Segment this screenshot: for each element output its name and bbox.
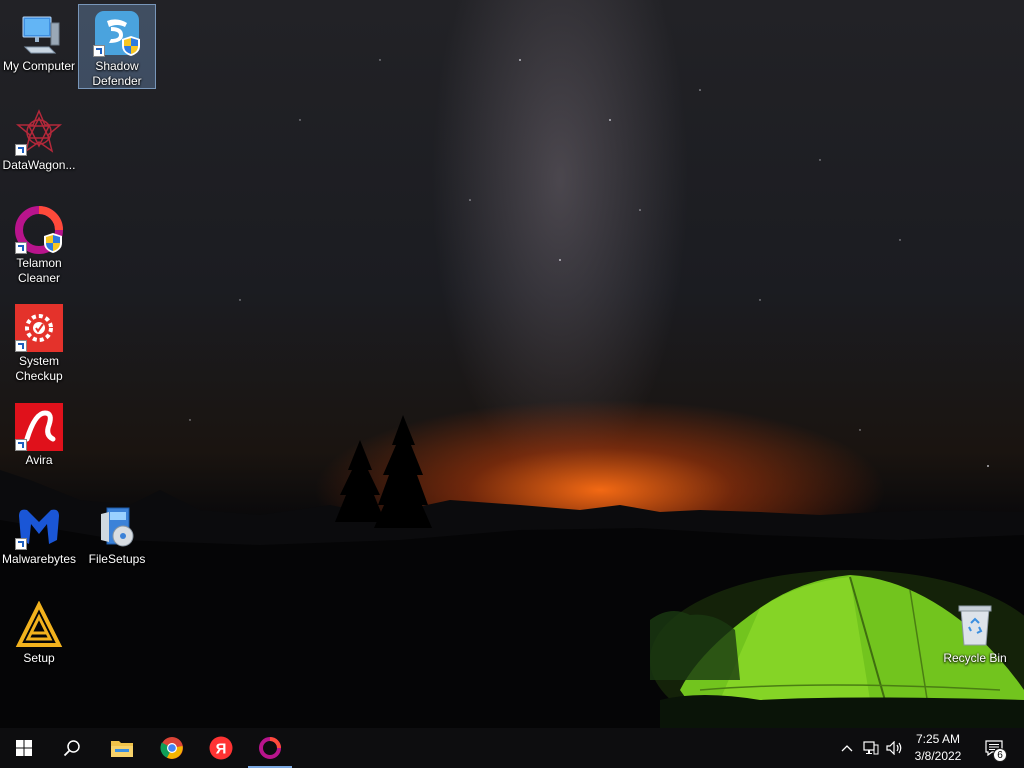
- uac-shield-icon: [44, 233, 62, 253]
- windows-logo-icon: [16, 740, 32, 756]
- chevron-up-icon: [841, 745, 853, 752]
- action-center-button[interactable]: 6: [978, 728, 1010, 768]
- icon-label: System Checkup: [15, 354, 63, 383]
- yandex-icon: Я: [209, 736, 233, 760]
- shortcut-arrow-icon: [15, 242, 27, 254]
- taskbar-file-explorer[interactable]: [98, 728, 146, 768]
- uac-shield-icon: [122, 36, 140, 56]
- volume-button[interactable]: [884, 728, 906, 768]
- show-hidden-icons-button[interactable]: [838, 728, 856, 768]
- taskbar: Я 7:25 AM 3/8/2022 6: [0, 728, 1024, 768]
- icon-label: Avira: [25, 453, 53, 467]
- clock-time: 7:25 AM: [915, 732, 961, 746]
- desktop-icon-my-computer[interactable]: My Computer: [1, 5, 77, 74]
- system-checkup-icon: [15, 304, 63, 352]
- telamon-cleaner-icon: [259, 737, 281, 759]
- chrome-icon: [160, 737, 183, 759]
- taskbar-telamon-cleaner[interactable]: [246, 728, 294, 768]
- desktop-icon-datawagon[interactable]: DataWagon...: [1, 104, 77, 173]
- desktop-icon-filesetups[interactable]: FileSetups: [79, 498, 155, 567]
- desktop-icon-recycle-bin[interactable]: Recycle Bin: [937, 597, 1013, 666]
- shortcut-arrow-icon: [15, 439, 27, 451]
- desktop-wallpaper: [0, 0, 1024, 728]
- taskbar-clock[interactable]: 7:25 AM 3/8/2022: [906, 731, 970, 765]
- notification-count-badge: 6: [993, 748, 1007, 762]
- shadow-defender-icon: [93, 9, 141, 57]
- icon-label: Shadow Defender: [92, 59, 142, 88]
- filesetups-icon: [93, 502, 141, 550]
- taskbar-google-chrome[interactable]: [148, 728, 196, 768]
- start-button[interactable]: [0, 728, 48, 768]
- malwarebytes-icon: [15, 502, 63, 550]
- computer-icon: [15, 9, 63, 57]
- taskbar-yandex-browser[interactable]: Я: [197, 728, 245, 768]
- icon-label: Malwarebytes: [1, 552, 77, 566]
- desktop-icon-shadow-defender[interactable]: Shadow Defender: [78, 4, 156, 89]
- shortcut-arrow-icon: [15, 144, 27, 156]
- datawagon-icon: [15, 108, 63, 156]
- network-button[interactable]: [860, 728, 882, 768]
- desktop-icon-malwarebytes[interactable]: Malwarebytes: [1, 498, 77, 567]
- network-icon: [863, 741, 879, 755]
- recycle-bin-icon: [951, 601, 999, 649]
- desktop-icon-setup[interactable]: Setup: [1, 597, 77, 666]
- shortcut-arrow-icon: [93, 45, 105, 57]
- icon-label: FileSetups: [88, 552, 146, 566]
- icon-label: Telamon Cleaner: [16, 256, 62, 285]
- icon-label: Recycle Bin: [943, 651, 1007, 665]
- speaker-icon: [886, 741, 902, 755]
- clock-date: 3/8/2022: [914, 749, 962, 763]
- icon-label: Setup: [23, 651, 55, 665]
- folder-icon: [111, 741, 133, 757]
- avira-icon: [15, 403, 63, 451]
- search-button[interactable]: [48, 728, 96, 768]
- telamon-cleaner-icon: [15, 206, 63, 254]
- icon-label: My Computer: [2, 59, 76, 73]
- setup-icon: [15, 600, 63, 649]
- shortcut-arrow-icon: [15, 340, 27, 352]
- icon-label: DataWagon...: [2, 158, 76, 172]
- desktop-icon-avira[interactable]: Avira: [1, 399, 77, 468]
- desktop-icon-telamon-cleaner[interactable]: Telamon Cleaner: [1, 202, 77, 286]
- search-icon: [63, 740, 80, 757]
- svg-text:Я: Я: [216, 741, 227, 758]
- shortcut-arrow-icon: [15, 538, 27, 550]
- desktop-icon-system-checkup[interactable]: System Checkup: [1, 300, 77, 384]
